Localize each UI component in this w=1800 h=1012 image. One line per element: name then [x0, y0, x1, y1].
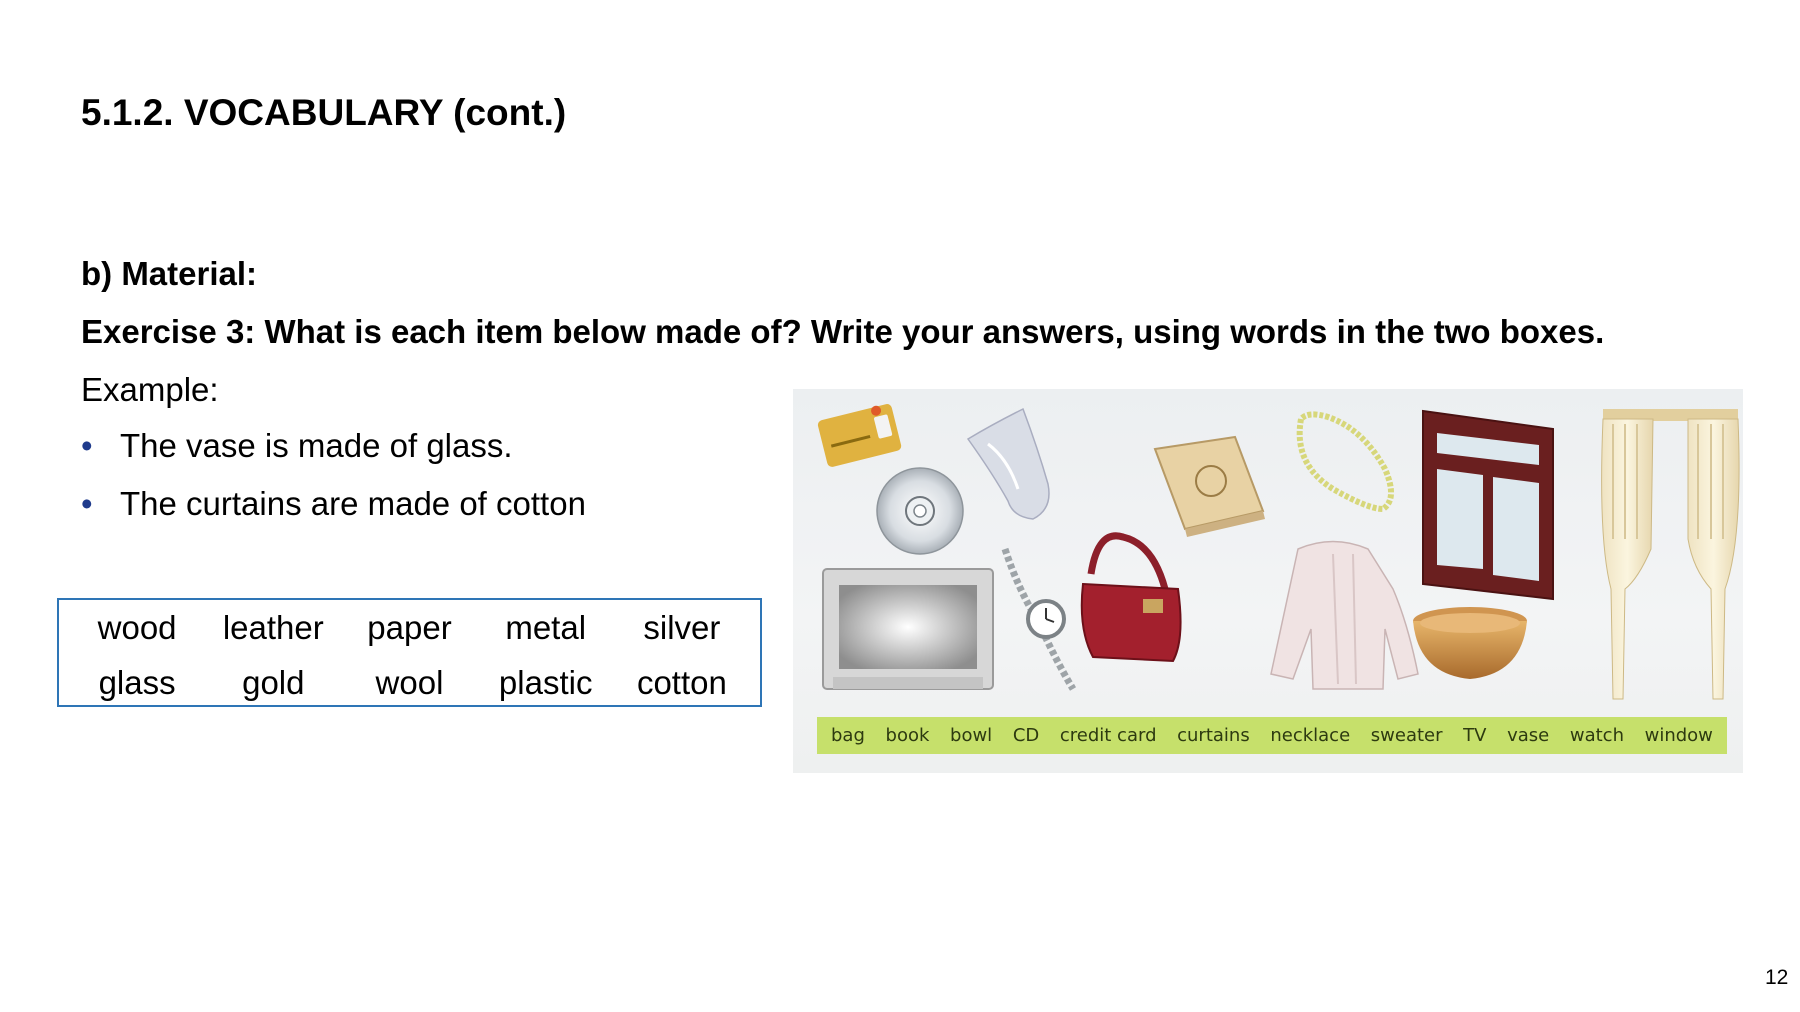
example-list: • The vase is made of glass. • The curta…: [81, 426, 586, 542]
page-number: 12: [1765, 966, 1789, 989]
curtains-image: [1601, 409, 1740, 700]
slide-title: 5.1.2. VOCABULARY (cont.): [81, 92, 567, 133]
section-subheading: b) Material:: [81, 255, 258, 292]
exercise-instruction: Exercise 3: What is each item below made…: [81, 313, 1605, 350]
book-image: [1153, 435, 1265, 537]
item-label: bowl: [950, 725, 993, 746]
cd-image: [876, 467, 964, 555]
item-label: CD: [1012, 725, 1040, 746]
bullet-icon: •: [81, 427, 93, 464]
item-label-bar: bag book bowl CD credit card curtains ne…: [817, 717, 1727, 754]
item-label: bag: [831, 725, 865, 746]
item-label: TV: [1463, 725, 1487, 746]
material-word: metal: [505, 609, 587, 646]
bullet-icon: •: [81, 485, 93, 522]
material-word-grid: wood leather paper metal silver glass go…: [59, 600, 760, 710]
material-word: wood: [97, 609, 177, 646]
items-picture: bag book bowl CD credit card curtains ne…: [793, 389, 1743, 773]
item-label: credit card: [1059, 725, 1157, 746]
sweater-image: [1270, 540, 1419, 690]
material-word: plastic: [498, 664, 593, 701]
item-label: vase: [1507, 725, 1550, 746]
material-word: paper: [367, 609, 452, 646]
item-label: window: [1644, 725, 1713, 746]
material-word: cotton: [636, 664, 727, 701]
item-label: curtains: [1177, 725, 1250, 746]
item-label: watch: [1569, 725, 1624, 746]
vase-image: [966, 407, 1050, 520]
watch-image: [1001, 547, 1077, 691]
material-word: wool: [375, 664, 444, 701]
item-label: sweater: [1370, 725, 1443, 746]
example-item: • The vase is made of glass.: [81, 426, 586, 484]
example-label: Example:: [81, 371, 219, 408]
material-word: leather: [222, 609, 324, 646]
example-text: The vase is made of glass.: [120, 427, 513, 464]
material-word: glass: [98, 664, 176, 701]
example-item: • The curtains are made of cotton: [81, 484, 586, 542]
bag-image: [1080, 532, 1182, 663]
material-word: silver: [643, 609, 721, 646]
material-word: gold: [242, 664, 305, 701]
credit-card-image: [817, 404, 902, 467]
tv-image: [822, 568, 994, 690]
bowl-image: [1413, 607, 1527, 679]
window-image: [1422, 409, 1554, 601]
item-label: book: [885, 725, 930, 746]
example-text: The curtains are made of cotton: [120, 485, 586, 522]
items-illustration: [817, 404, 1740, 700]
necklace-image: [1296, 411, 1394, 513]
material-word-box: wood leather paper metal silver glass go…: [57, 598, 762, 707]
item-label: necklace: [1270, 725, 1351, 746]
